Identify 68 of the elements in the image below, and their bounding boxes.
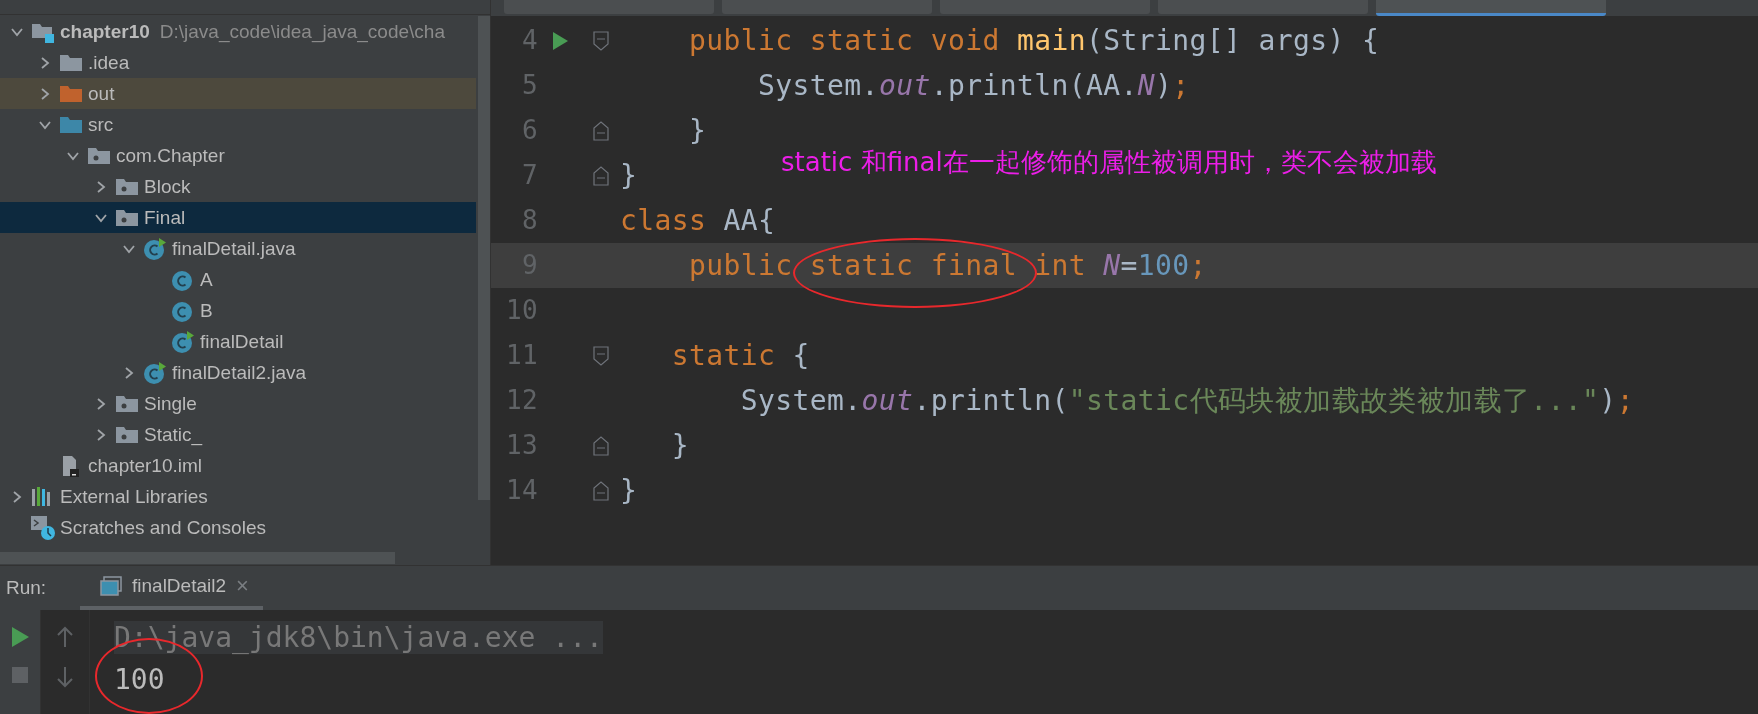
tree-item[interactable]: finalDetail <box>0 326 476 357</box>
line-number: 4 <box>520 24 538 57</box>
folder-icon <box>59 52 83 73</box>
line-number: 8 <box>520 204 538 237</box>
folder-icon <box>59 83 83 104</box>
code-line: } <box>620 159 638 192</box>
tree-item[interactable]: B <box>0 295 476 326</box>
code-line: public static final int N=100; <box>688 249 1207 282</box>
runnable-class-icon <box>171 329 195 354</box>
line-number: 11 <box>504 339 538 372</box>
line-number: 5 <box>520 69 538 102</box>
code-line: System.out.println(AA.N); <box>757 69 1190 102</box>
folder-icon <box>59 114 83 135</box>
tree-item[interactable]: out <box>0 78 476 109</box>
tree-item[interactable]: finalDetail2.java <box>0 357 476 388</box>
editor-tab[interactable] <box>1376 0 1606 16</box>
line-number: 12 <box>504 384 538 417</box>
package-icon <box>115 424 139 445</box>
line-number: 7 <box>520 159 538 192</box>
fold-icon[interactable] <box>593 120 609 141</box>
scrollbar[interactable] <box>0 552 395 564</box>
runnable-class-icon <box>143 360 167 385</box>
fold-icon[interactable] <box>593 165 609 186</box>
line-number: 10 <box>504 294 538 327</box>
runnable-class-icon <box>143 236 167 261</box>
tree-item[interactable]: src <box>0 109 476 140</box>
package-icon <box>87 145 111 166</box>
code-line: static { <box>670 339 810 372</box>
tree-item[interactable]: External Libraries <box>0 481 476 512</box>
tree-item[interactable]: chapter10.iml <box>0 450 476 481</box>
run-icon[interactable] <box>551 30 569 51</box>
code-line: public static void main(String[] args) { <box>688 24 1380 57</box>
down-arrow-icon[interactable] <box>56 666 74 689</box>
tree-item[interactable]: chapter10 D:\java_code\idea_java_code\cha <box>0 16 476 47</box>
tree-item[interactable]: Scratches and Consoles <box>0 512 476 543</box>
tree-item[interactable]: Final <box>0 202 476 233</box>
tree-item[interactable]: Block <box>0 171 476 202</box>
run-icon[interactable] <box>10 626 30 649</box>
project-path: D:\java_code\idea_java_code\cha <box>159 20 445 43</box>
fold-icon[interactable] <box>593 480 609 501</box>
tree-item[interactable]: Single <box>0 388 476 419</box>
scrollbar[interactable] <box>478 16 490 500</box>
fold-icon[interactable] <box>593 30 609 51</box>
code-line: } <box>670 429 690 462</box>
line-number: 6 <box>520 114 538 147</box>
code-line: } <box>688 114 707 147</box>
panel-title: Run: <box>6 577 48 600</box>
code-line: } <box>620 474 638 507</box>
tree-item[interactable]: com.Chapter <box>0 140 476 171</box>
tree-item[interactable]: .idea <box>0 47 476 78</box>
code-line: System.out.println("static代码块被加载故类被加载了..."); <box>739 382 1634 419</box>
fold-icon[interactable] <box>593 345 609 366</box>
line-number: 13 <box>504 429 538 462</box>
up-arrow-icon[interactable] <box>56 626 74 649</box>
scratches-icon <box>30 514 56 541</box>
line-number: 14 <box>504 474 538 507</box>
console-icon <box>100 576 122 597</box>
console-line: 100 <box>114 662 165 696</box>
package-icon <box>115 176 139 197</box>
fold-icon[interactable] <box>593 435 609 456</box>
tree-item[interactable]: finalDetail.java <box>0 233 476 264</box>
tree-item[interactable]: A <box>0 264 476 295</box>
code-line: class AA{ <box>620 204 776 237</box>
package-icon <box>115 393 139 414</box>
annotation-text: static 和final在一起修饰的属性被调用时，类不会被加载 <box>781 146 1437 179</box>
package-icon <box>115 207 139 228</box>
stop-icon[interactable] <box>11 666 29 685</box>
tree-item[interactable]: Static_ <box>0 419 476 450</box>
